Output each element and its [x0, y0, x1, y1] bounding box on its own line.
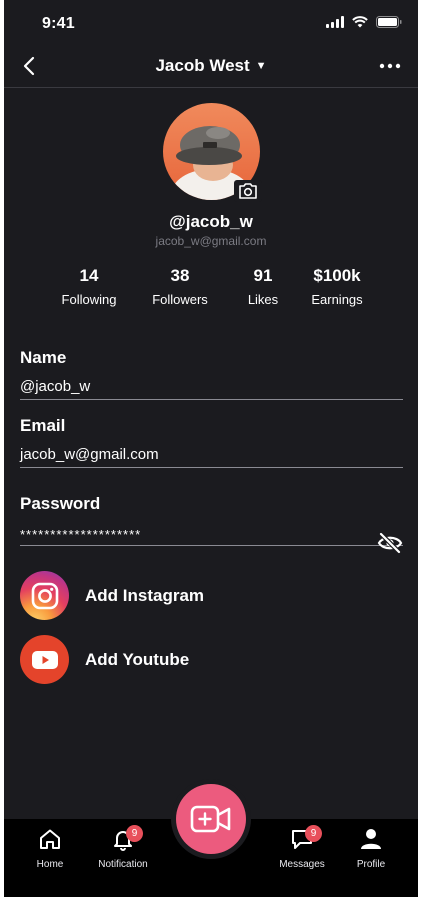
caret-down-icon: ▼ — [255, 60, 267, 72]
add-instagram-label: Add Instagram — [85, 585, 205, 605]
status-bar: 9:41 — [4, 0, 418, 46]
person-icon — [361, 829, 381, 849]
tab-profile[interactable]: Profile — [336, 827, 406, 870]
battery-icon — [376, 16, 402, 28]
record-video-button[interactable] — [176, 784, 246, 854]
youtube-icon — [20, 635, 69, 684]
add-youtube-label: Add Youtube — [85, 649, 190, 669]
messages-badge: 9 — [305, 825, 322, 842]
name-field-group: Name @jacob_w — [20, 348, 403, 400]
stat-label: Followers — [152, 292, 208, 307]
stats-row: 14 Following 38 Followers 91 Likes $100k… — [44, 266, 380, 310]
nav-title: Jacob West — [155, 56, 250, 75]
more-icon[interactable] — [378, 54, 402, 78]
stat-value: 38 — [170, 266, 190, 285]
stat-label: Following — [61, 292, 117, 307]
tab-messages[interactable]: 9 Messages — [267, 825, 337, 870]
tab-profile-label: Profile — [356, 859, 386, 870]
stat-earnings[interactable]: $100k Earnings — [292, 266, 382, 307]
signal-icon — [326, 16, 344, 28]
status-icons — [326, 16, 402, 28]
home-icon — [40, 829, 60, 849]
tab-messages-label: Messages — [279, 859, 325, 870]
tab-notification-label: Notification — [98, 859, 148, 870]
stat-following[interactable]: 14 Following — [44, 266, 134, 307]
email-field-group: Email jacob_w@gmail.com — [20, 416, 403, 468]
notification-badge: 9 — [126, 825, 143, 842]
password-input[interactable]: ******************** — [20, 524, 403, 546]
profile-username: @jacob_w — [169, 212, 253, 231]
eye-off-icon[interactable] — [377, 531, 403, 555]
name-label: Name — [20, 348, 67, 367]
profile-screen: 9:41 Jacob West ▼ @jacob_w jacob_w@gmail… — [4, 0, 418, 897]
profile-email: jacob_w@gmail.com — [155, 234, 267, 248]
add-youtube-button[interactable]: Add Youtube — [20, 635, 189, 684]
stat-followers[interactable]: 38 Followers — [135, 266, 225, 307]
status-time: 9:41 — [42, 15, 75, 32]
change-photo-button[interactable] — [234, 180, 262, 202]
name-input[interactable]: @jacob_w — [20, 378, 403, 400]
password-field-group: Password ******************** — [20, 494, 403, 554]
stat-label: Earnings — [311, 292, 363, 307]
tab-home-label: Home — [36, 859, 64, 870]
instagram-icon — [20, 571, 69, 620]
nav-header: Jacob West ▼ — [4, 46, 418, 88]
email-input[interactable]: jacob_w@gmail.com — [20, 446, 403, 468]
tab-notification[interactable]: 9 Notification — [88, 825, 158, 870]
password-label: Password — [20, 494, 101, 513]
add-instagram-button[interactable]: Add Instagram — [20, 571, 204, 620]
tab-home[interactable]: Home — [15, 827, 85, 870]
email-label: Email — [20, 416, 66, 435]
camera-icon — [239, 183, 257, 199]
account-switcher[interactable]: Jacob West ▼ — [4, 56, 418, 76]
stat-value: 14 — [79, 266, 99, 285]
video-add-icon — [190, 805, 231, 833]
wifi-icon — [352, 16, 368, 28]
stat-value: $100k — [313, 266, 361, 285]
